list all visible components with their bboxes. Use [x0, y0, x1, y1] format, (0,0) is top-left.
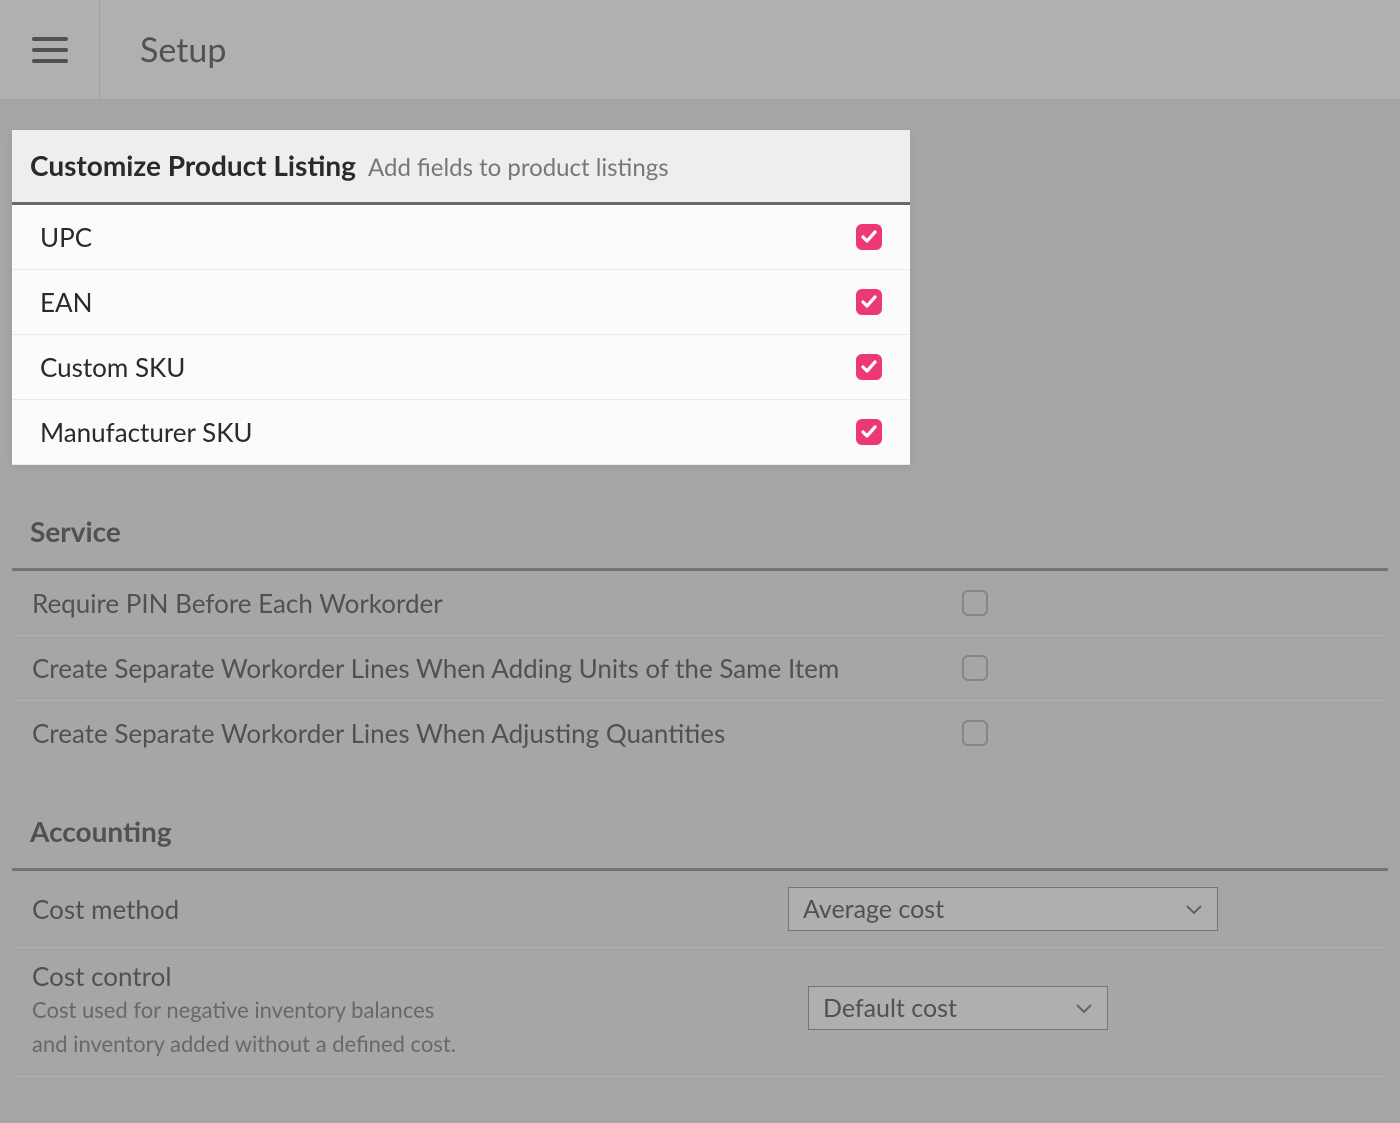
accounting-row-cost-method: Cost method Average cost [12, 871, 1388, 948]
service-row-separate-adding: Create Separate Workorder Lines When Add… [12, 636, 1388, 701]
checkbox-require-pin[interactable] [962, 590, 988, 616]
row-label: Custom SKU [40, 351, 185, 383]
row-label: Cost control [32, 960, 808, 992]
row-label: Require PIN Before Each Workorder [32, 587, 443, 619]
product-field-row-manufacturer-sku: Manufacturer SKU [12, 400, 910, 465]
section-header-service: Service [12, 496, 1388, 571]
service-section: Service Require PIN Before Each Workorde… [12, 495, 1388, 765]
accounting-section: Accounting Cost method Average cost Cost… [12, 795, 1388, 1077]
section-title: Accounting [30, 814, 172, 848]
row-label: Cost method [32, 893, 179, 925]
service-row-require-pin: Require PIN Before Each Workorder [12, 571, 1388, 636]
page-title: Setup [100, 29, 226, 70]
customize-product-listing-panel: Customize Product Listing Add fields to … [12, 130, 910, 465]
select-value: Default cost [823, 993, 957, 1023]
row-sublabel-1: Cost used for negative inventory balance… [32, 994, 808, 1026]
select-value: Average cost [803, 894, 944, 924]
product-field-row-upc: UPC [12, 205, 910, 270]
row-label: Create Separate Workorder Lines When Add… [32, 652, 839, 684]
checkbox-ean[interactable] [856, 289, 882, 315]
section-title: Service [30, 514, 121, 548]
row-label: EAN [40, 286, 92, 318]
checkbox-separate-adjusting[interactable] [962, 720, 988, 746]
chevron-down-icon [1185, 903, 1203, 915]
row-label: Create Separate Workorder Lines When Adj… [32, 717, 725, 749]
menu-button[interactable] [0, 0, 100, 100]
product-field-row-ean: EAN [12, 270, 910, 335]
row-label: UPC [40, 221, 92, 253]
row-sublabel-2: and inventory added without a defined co… [32, 1028, 808, 1060]
row-label: Manufacturer SKU [40, 416, 253, 448]
hamburger-icon [32, 36, 68, 64]
checkbox-manufacturer-sku[interactable] [856, 419, 882, 445]
checkbox-upc[interactable] [856, 224, 882, 250]
checkmark-icon [861, 359, 877, 375]
service-row-separate-adjusting: Create Separate Workorder Lines When Adj… [12, 701, 1388, 765]
section-subtitle: Add fields to product listings [368, 153, 669, 182]
checkbox-separate-adding[interactable] [962, 655, 988, 681]
select-cost-control[interactable]: Default cost [808, 986, 1108, 1030]
section-header-product-listing: Customize Product Listing Add fields to … [12, 130, 910, 205]
select-cost-method[interactable]: Average cost [788, 887, 1218, 931]
section-header-accounting: Accounting [12, 796, 1388, 871]
product-field-row-custom-sku: Custom SKU [12, 335, 910, 400]
section-title: Customize Product Listing [30, 148, 356, 182]
checkmark-icon [861, 424, 877, 440]
checkbox-custom-sku[interactable] [856, 354, 882, 380]
app-header: Setup [0, 0, 1400, 100]
accounting-row-cost-control: Cost control Cost used for negative inve… [12, 948, 1388, 1077]
checkmark-icon [861, 229, 877, 245]
checkmark-icon [861, 294, 877, 310]
chevron-down-icon [1075, 1002, 1093, 1014]
